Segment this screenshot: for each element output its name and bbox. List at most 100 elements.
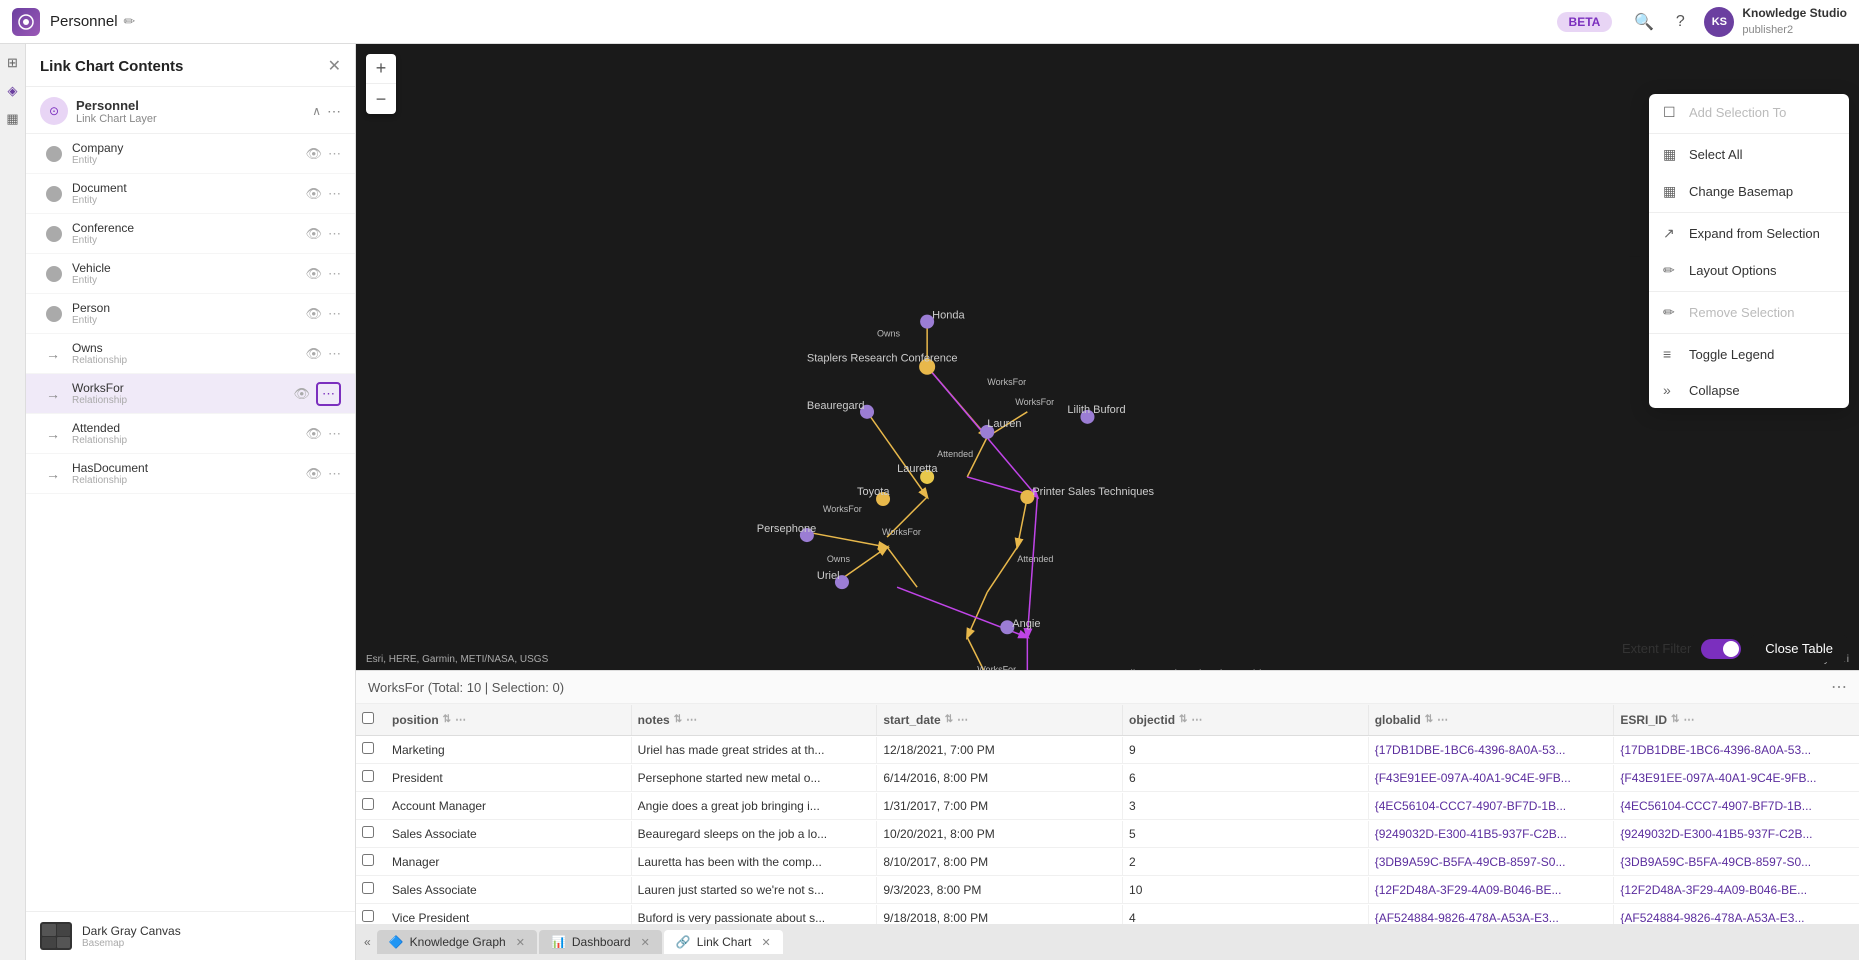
zoom-out-button[interactable]: −: [366, 84, 396, 114]
col-start-date[interactable]: start_date ⇅ ⋯: [877, 705, 1123, 735]
row-check[interactable]: [356, 736, 386, 763]
row-check[interactable]: [356, 820, 386, 847]
col-more-icon[interactable]: ⋯: [1191, 713, 1202, 726]
visibility-icon[interactable]: 👁: [305, 346, 322, 362]
context-layout-options[interactable]: ✏ Layout Options: [1649, 252, 1849, 289]
cell-start-date: 9/3/2023, 8:00 PM: [877, 877, 1123, 903]
col-more-icon[interactable]: ⋯: [1683, 713, 1694, 726]
cell-esri-id: {12F2D48A-3F29-4A09-B046-BE...: [1614, 877, 1859, 903]
cell-objectid: 9: [1123, 737, 1369, 763]
more-icon[interactable]: ⋯: [328, 226, 341, 242]
tab-close-icon[interactable]: ✕: [761, 936, 770, 949]
more-icon[interactable]: ⋯: [328, 426, 341, 442]
table-area: WorksFor (Total: 10 | Selection: 0) ⋯ po…: [356, 670, 1859, 960]
svg-text:WorksFor: WorksFor: [1015, 397, 1054, 407]
col-esri-id[interactable]: ESRI_ID ⇅ ⋯: [1614, 705, 1859, 735]
cell-globalid: {9249032D-E300-41B5-937F-C2B...: [1369, 821, 1615, 847]
username-block: Knowledge Studio publisher2: [1742, 6, 1847, 37]
col-more-icon[interactable]: ⋯: [957, 713, 968, 726]
panel-title: Link Chart Contents: [40, 58, 183, 75]
layer-items-list: Company Entity 👁 ⋯ Document Entity 👁 ⋯: [26, 134, 355, 911]
close-table-button[interactable]: Close Table: [1751, 635, 1847, 662]
tab-close-icon[interactable]: ✕: [641, 936, 650, 949]
col-more-icon[interactable]: ⋯: [686, 713, 697, 726]
context-divider-4: [1649, 333, 1849, 334]
more-icon[interactable]: ⋯: [328, 186, 341, 202]
select-all-checkbox[interactable]: [362, 712, 374, 724]
user-menu[interactable]: KS Knowledge Studio publisher2: [1704, 6, 1847, 37]
map-area[interactable]: Honda Owns Staplers Research Conference …: [356, 44, 1859, 960]
context-select-all[interactable]: ▦ Select All: [1649, 136, 1849, 173]
more-icon[interactable]: ⋯: [328, 266, 341, 282]
knowledge-graph-tab-icon: 🔷: [389, 935, 404, 949]
tab-dashboard[interactable]: 📊 Dashboard ✕: [539, 930, 662, 954]
extent-filter-toggle[interactable]: [1701, 639, 1741, 659]
col-objectid[interactable]: objectid ⇅ ⋯: [1123, 705, 1369, 735]
zoom-in-button[interactable]: +: [366, 54, 396, 84]
cell-objectid: 3: [1123, 793, 1369, 819]
context-change-basemap[interactable]: ▦ Change Basemap: [1649, 173, 1849, 210]
table-row: Marketing Uriel has made great strides a…: [356, 736, 1859, 764]
visibility-icon[interactable]: 👁: [305, 266, 322, 282]
list-item-vehicle: Vehicle Entity 👁 ⋯: [26, 254, 355, 294]
cell-globalid: {12F2D48A-3F29-4A09-B046-BE...: [1369, 877, 1615, 903]
more-icon-active[interactable]: ⋯: [316, 382, 341, 406]
visibility-icon[interactable]: 👁: [305, 226, 322, 242]
svg-text:Uriel: Uriel: [817, 570, 840, 582]
context-expand-selection[interactable]: ↗ Expand from Selection: [1649, 215, 1849, 252]
sort-icon: ⇅: [443, 714, 451, 725]
svg-text:WorksFor: WorksFor: [882, 527, 921, 537]
visibility-icon[interactable]: 👁: [305, 466, 322, 482]
layer-item: ⊙ Personnel Link Chart Layer ∧ ⋯: [26, 87, 355, 134]
tab-knowledge-graph[interactable]: 🔷 Knowledge Graph ✕: [377, 930, 537, 954]
row-check[interactable]: [356, 792, 386, 819]
cell-notes: Lauretta has been with the comp...: [632, 849, 878, 875]
collapse-icon: »: [1663, 382, 1679, 398]
row-check[interactable]: [356, 848, 386, 875]
list-item-attended: Attended Relationship 👁 ⋯: [26, 414, 355, 454]
row-check[interactable]: [356, 876, 386, 903]
visibility-icon[interactable]: 👁: [305, 146, 322, 162]
col-position[interactable]: position ⇅ ⋯: [386, 705, 632, 735]
context-collapse[interactable]: » Collapse: [1649, 372, 1849, 408]
context-menu: ☐ Add Selection To ▦ Select All ▦ Change…: [1649, 94, 1849, 408]
tabs-left-arrow[interactable]: «: [364, 935, 371, 949]
sidebar-icon-chart[interactable]: ◈: [2, 80, 24, 102]
context-toggle-legend[interactable]: ≡ Toggle Legend: [1649, 336, 1849, 372]
more-icon[interactable]: ⋯: [328, 346, 341, 362]
search-icon[interactable]: 🔍: [1628, 6, 1660, 38]
visibility-icon[interactable]: 👁: [293, 386, 310, 402]
list-item-company: Company Entity 👁 ⋯: [26, 134, 355, 174]
panel-close-button[interactable]: ✕: [328, 56, 341, 76]
sidebar-icon-layers[interactable]: ⊞: [2, 52, 24, 74]
row-check[interactable]: [356, 764, 386, 791]
context-add-selection: ☐ Add Selection To: [1649, 94, 1849, 131]
sidebar-icon-data[interactable]: ▦: [2, 108, 24, 130]
map-attribution: Esri, HERE, Garmin, METI/NASA, USGS: [366, 654, 548, 665]
table-row: Manager Lauretta has been with the comp.…: [356, 848, 1859, 876]
cell-position: Marketing: [386, 737, 632, 763]
visibility-icon[interactable]: 👁: [305, 426, 322, 442]
sort-icon: ⇅: [945, 714, 953, 725]
beta-badge: BETA: [1557, 12, 1613, 32]
more-icon[interactable]: ⋯: [328, 466, 341, 482]
layer-more-icon[interactable]: ⋯: [327, 103, 341, 120]
cell-position: Sales Associate: [386, 877, 632, 903]
visibility-icon[interactable]: 👁: [305, 306, 322, 322]
col-more-icon[interactable]: ⋯: [455, 713, 466, 726]
layer-collapse-icon[interactable]: ∧: [312, 104, 321, 118]
more-icon[interactable]: ⋯: [328, 306, 341, 322]
visibility-icon[interactable]: 👁: [305, 186, 322, 202]
tab-link-chart[interactable]: 🔗 Link Chart ✕: [664, 930, 783, 954]
edit-icon[interactable]: ✏: [124, 13, 136, 30]
cell-globalid: {4EC56104-CCC7-4907-BF7D-1B...: [1369, 793, 1615, 819]
more-icon[interactable]: ⋯: [328, 146, 341, 162]
sort-icon: ⇅: [1179, 714, 1187, 725]
tab-close-icon[interactable]: ✕: [516, 936, 525, 949]
table-more-button[interactable]: ⋯: [1831, 677, 1847, 697]
col-globalid[interactable]: globalid ⇅ ⋯: [1369, 705, 1615, 735]
col-more-icon[interactable]: ⋯: [1437, 713, 1448, 726]
col-notes[interactable]: notes ⇅ ⋯: [632, 705, 878, 735]
sort-icon: ⇅: [1671, 714, 1679, 725]
help-icon[interactable]: ?: [1664, 6, 1696, 38]
